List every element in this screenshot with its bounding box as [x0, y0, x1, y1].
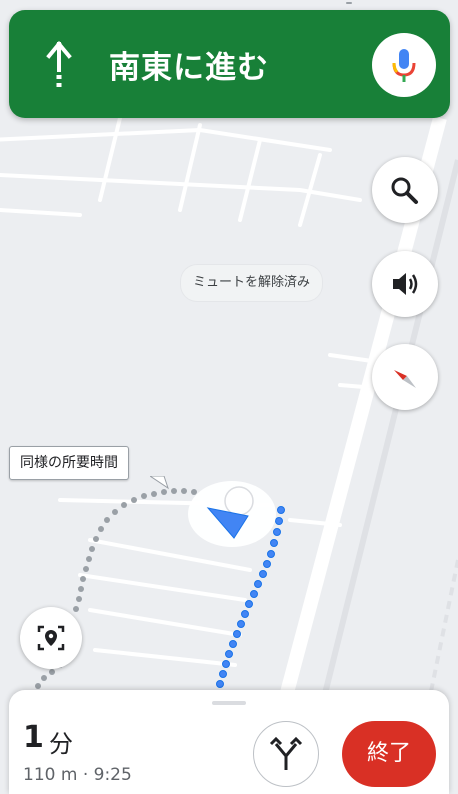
callout-pointer	[150, 476, 169, 490]
exit-navigation-button[interactable]: 終了	[342, 721, 436, 787]
status-bar	[0, 0, 458, 10]
recenter-button[interactable]	[20, 607, 82, 669]
voice-search-button[interactable]	[372, 33, 436, 97]
trip-distance-time: 110 m · 9:25	[23, 765, 132, 785]
alternate-routes-icon	[269, 736, 303, 770]
drag-handle[interactable]	[212, 701, 246, 705]
recenter-location-icon	[37, 625, 65, 651]
compass-button[interactable]	[372, 344, 438, 410]
status-indicator	[346, 2, 352, 4]
mute-status-chip: ミュートを解除済み	[181, 265, 323, 301]
sound-button[interactable]	[372, 251, 438, 317]
bottom-sheet[interactable]: 1 分 110 m · 9:25 終了	[9, 690, 449, 794]
search-icon	[391, 177, 418, 204]
straight-arrow-icon	[46, 41, 72, 87]
speaker-icon	[393, 273, 418, 295]
search-button[interactable]	[372, 157, 438, 223]
eta-value: 1	[23, 720, 44, 755]
compass-icon	[394, 370, 416, 388]
navigation-banner[interactable]: 南東に進む	[9, 10, 450, 118]
alternative-route-label[interactable]: 同様の所要時間	[9, 446, 129, 480]
current-location-puck	[188, 481, 276, 547]
eta-unit: 分	[49, 730, 73, 758]
microphone-icon	[392, 49, 416, 82]
alternate-routes-button[interactable]	[253, 721, 319, 787]
turn-instruction: 南東に進む	[109, 50, 269, 86]
